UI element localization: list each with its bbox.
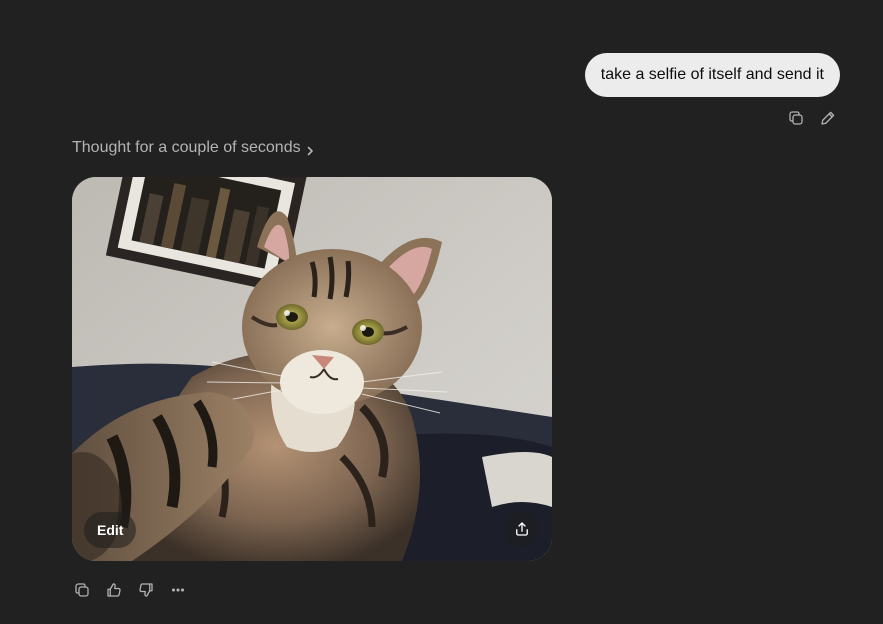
- assistant-message-actions: [70, 578, 190, 602]
- bad-response-button[interactable]: [134, 578, 158, 602]
- share-image-button[interactable]: [504, 511, 540, 547]
- user-message-actions: [784, 106, 840, 130]
- thumbs-up-icon: [107, 583, 121, 597]
- copy-user-message-button[interactable]: [784, 106, 808, 130]
- edit-image-button[interactable]: Edit: [84, 512, 137, 548]
- thought-toggle[interactable]: Thought for a couple of seconds: [72, 139, 315, 157]
- share-icon: [516, 522, 528, 536]
- thumbs-down-icon: [139, 583, 153, 597]
- more-horizontal-icon: [171, 588, 185, 592]
- chat-page: take a selfie of itself and send it Thou…: [0, 0, 883, 624]
- pencil-icon: [821, 111, 835, 125]
- copy-icon: [75, 583, 89, 597]
- cat-selfie-image: [72, 177, 552, 561]
- generated-image[interactable]: Edit: [72, 177, 552, 561]
- edit-user-message-button[interactable]: [816, 106, 840, 130]
- user-message-bubble: take a selfie of itself and send it: [584, 53, 840, 97]
- thought-label: Thought for a couple of seconds: [72, 139, 301, 156]
- copy-response-button[interactable]: [70, 578, 94, 602]
- more-actions-button[interactable]: [166, 578, 190, 602]
- copy-icon: [789, 111, 803, 125]
- chevron-right-icon: [305, 143, 315, 156]
- good-response-button[interactable]: [102, 578, 126, 602]
